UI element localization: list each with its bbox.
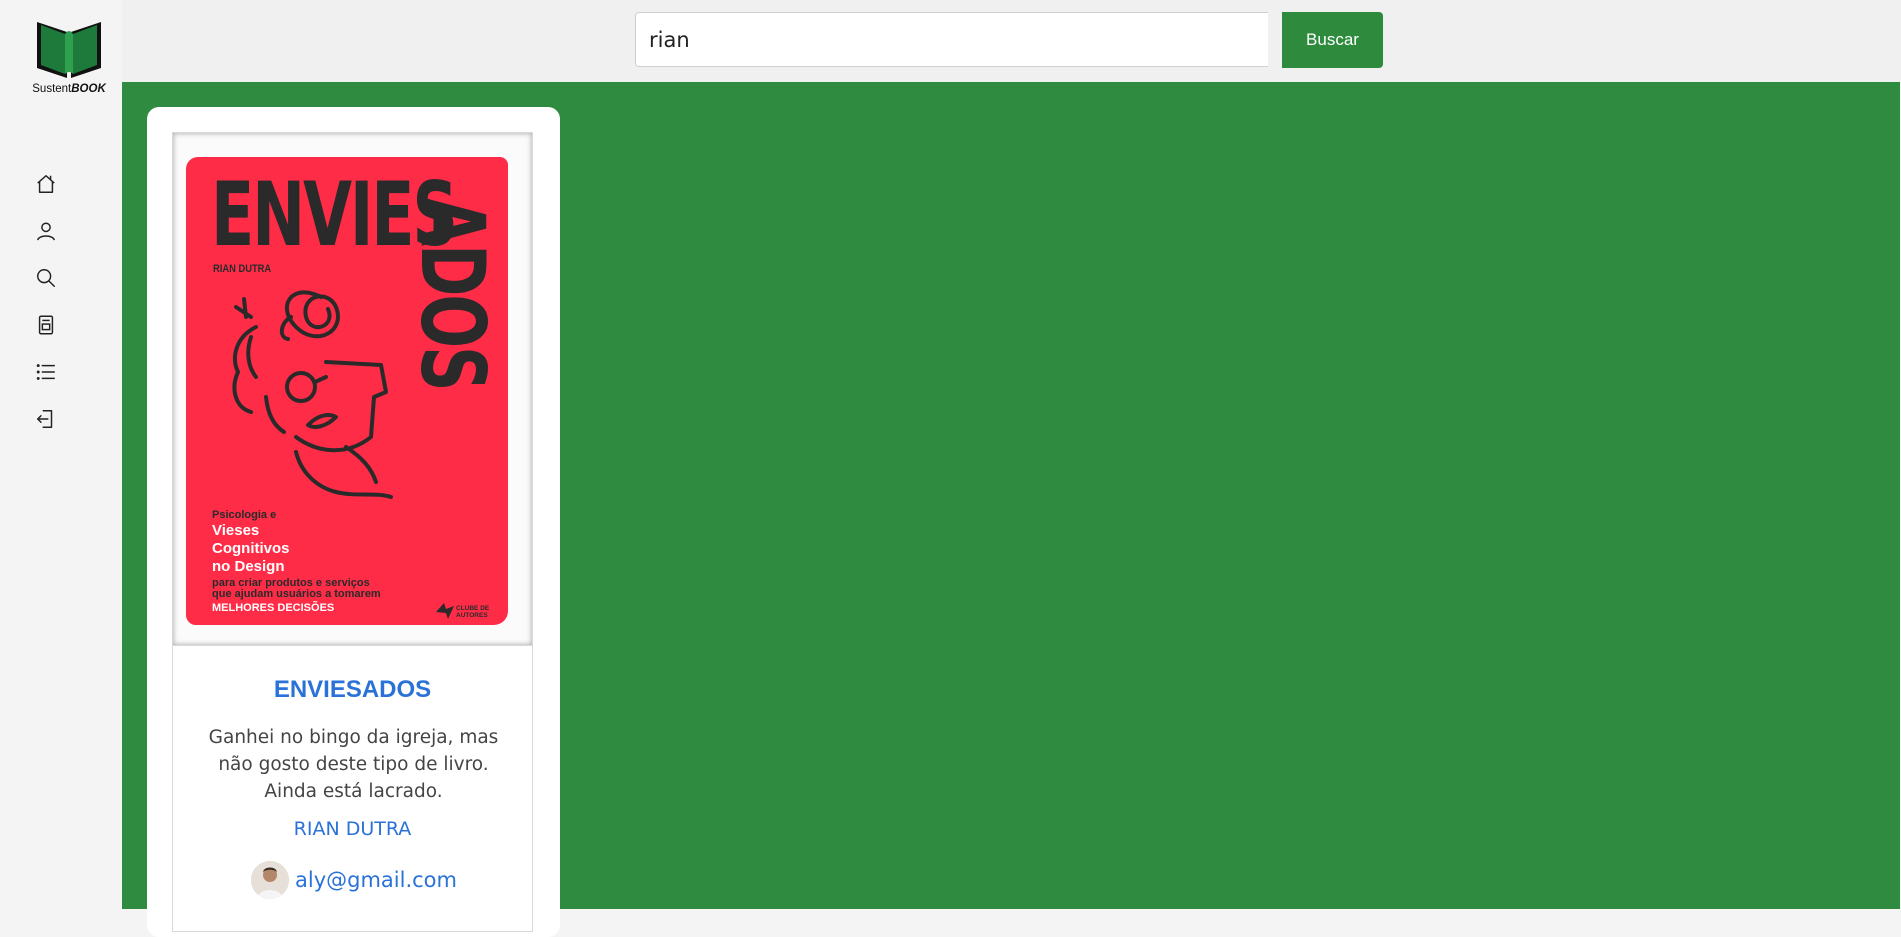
- cover-author: RIAN DUTRA: [213, 263, 272, 275]
- user-photo-icon: [251, 861, 289, 899]
- publisher-logo-icon: CLUBE DE AUTORES: [436, 603, 490, 619]
- cover-subtitle-1: Psicologia e: [212, 509, 277, 521]
- sidebar-item-search[interactable]: [32, 264, 60, 292]
- cover-face-drawing-icon: [232, 290, 393, 499]
- user-icon: [37, 222, 55, 241]
- sidebar-item-books[interactable]: [32, 311, 60, 339]
- search-input[interactable]: [635, 12, 1268, 67]
- sidebar-nav: [32, 170, 60, 452]
- book-icon: [38, 315, 54, 335]
- logo[interactable]: SustentBOOK: [29, 16, 109, 95]
- logo-text: SustentBOOK: [29, 83, 109, 95]
- book-owner[interactable]: aly@gmail.com: [251, 861, 457, 899]
- book-description: Ganhei no bingo da igreja, mas não gosto…: [208, 727, 499, 802]
- book-title[interactable]: ENVIESADOS: [173, 676, 532, 704]
- cover-text-block: Psicologia e Vieses Cognitivos no Design…: [212, 509, 381, 614]
- home-icon: [37, 175, 55, 193]
- list-icon: [36, 364, 55, 380]
- svg-text:CLUBE DE: CLUBE DE: [456, 605, 490, 612]
- sidebar-item-profile[interactable]: [32, 217, 60, 245]
- sidebar: SustentBOOK: [0, 0, 122, 909]
- book-cover-image: ENVIES ADOS RIAN DUTRA Psicologia e Vies…: [186, 157, 508, 625]
- results-area: ENVIES ADOS RIAN DUTRA Psicologia e Vies…: [122, 82, 1900, 937]
- book-author[interactable]: RIAN DUTRA: [173, 818, 532, 840]
- cover-subtitle-3: para criar produtos e serviços que ajuda…: [212, 576, 381, 601]
- owner-email-link[interactable]: aly@gmail.com: [295, 868, 457, 892]
- book-cover-frame[interactable]: ENVIES ADOS RIAN DUTRA Psicologia e Vies…: [173, 133, 532, 646]
- search-icon: [37, 269, 55, 287]
- sidebar-item-list[interactable]: [32, 358, 60, 386]
- owner-avatar: [251, 861, 289, 899]
- cover-subtitle-2: Vieses Cognitivos no Design: [212, 521, 290, 575]
- open-book-logo-icon: [37, 22, 101, 78]
- book-card[interactable]: ENVIES ADOS RIAN DUTRA Psicologia e Vies…: [147, 107, 560, 937]
- cover-subtitle-4: MELHORES DECISÕES: [212, 601, 335, 614]
- logo-text-prefix: Sustent: [32, 83, 72, 95]
- sidebar-item-home[interactable]: [32, 170, 60, 198]
- logo-text-suffix: BOOK: [71, 83, 106, 95]
- logout-icon: [37, 410, 53, 428]
- search-button[interactable]: Buscar: [1282, 12, 1383, 68]
- sidebar-item-logout[interactable]: [32, 405, 60, 433]
- svg-text:AUTORES: AUTORES: [456, 612, 488, 619]
- book-card-inner: ENVIES ADOS RIAN DUTRA Psicologia e Vies…: [172, 132, 533, 932]
- top-bar: Buscar: [122, 0, 1901, 82]
